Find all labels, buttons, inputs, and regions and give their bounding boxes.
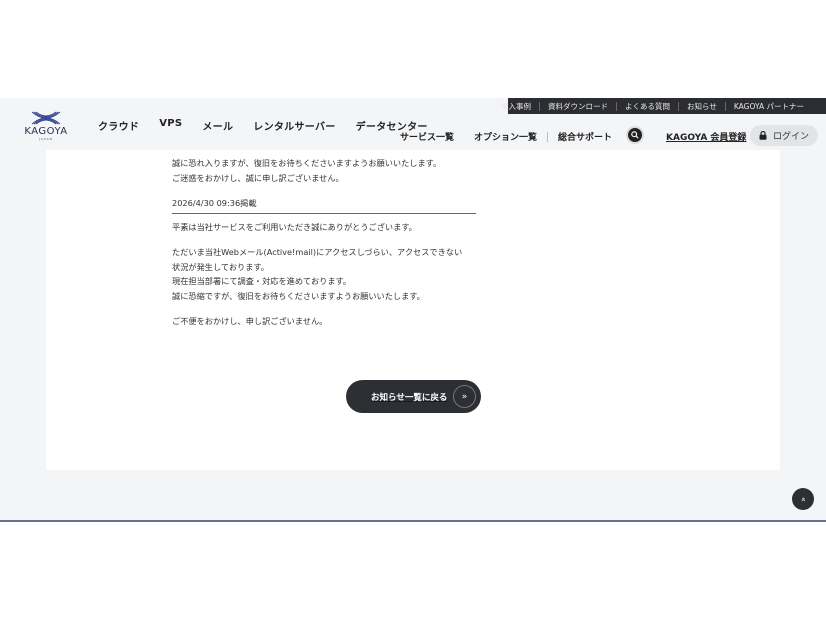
- post-date: 2026/4/30 09:36掲載: [172, 198, 257, 208]
- nav-option-list[interactable]: オプション一覧: [464, 130, 547, 143]
- nav-support[interactable]: 総合サポート: [548, 130, 622, 143]
- nav-vps[interactable]: VPS: [159, 118, 182, 133]
- member-registration-link[interactable]: KAGOYA 会員登録: [666, 130, 746, 143]
- nav-cloud[interactable]: クラウド: [98, 118, 139, 133]
- util-news[interactable]: お知らせ: [678, 101, 725, 111]
- article-text: 状況が発生しております。: [172, 261, 269, 272]
- scroll-to-top-button[interactable]: «: [792, 488, 814, 510]
- logo-subtext: JAPAN: [39, 137, 53, 141]
- nav-rental-server[interactable]: レンタルサーバー: [253, 118, 335, 133]
- logo-mark-icon: [31, 111, 61, 125]
- kagoya-logo[interactable]: KAGOYA JAPAN: [22, 111, 70, 143]
- content-panel: 誠に恐れ入りますが、復旧をお待ちくださいますようお願いいたします。 ご迷惑をおか…: [46, 150, 780, 470]
- article-text: ご迷惑をおかけし、誠に申し訳ございません。: [172, 172, 344, 183]
- login-label: ログイン: [772, 132, 809, 142]
- back-to-news-button[interactable]: お知らせ一覧に戻る »: [346, 380, 481, 413]
- article-text: ただいま当社Webメール(Active!mail)にアクセスしづらい、アクセスで…: [172, 247, 463, 257]
- search-button[interactable]: [626, 126, 644, 144]
- double-chevron-right-icon: »: [453, 385, 476, 408]
- nav-service-list[interactable]: サービス一覧: [400, 130, 464, 143]
- article-text: 誠に恐縮ですが、復旧をお待ちくださいますようお願いいたします。: [172, 290, 425, 301]
- news-article: 誠に恐れ入りますが、復旧をお待ちくださいますようお願いいたします。 ご迷惑をおか…: [172, 156, 502, 329]
- util-downloads[interactable]: 資料ダウンロード: [539, 101, 616, 111]
- article-text: 平素は当社サービスをご利用いただき誠にありがとうございます。: [172, 221, 417, 232]
- util-faq[interactable]: よくある質問: [616, 101, 678, 111]
- article-text: 現在担当部署にて調査・対応を進めております。: [172, 276, 352, 286]
- util-case-studies[interactable]: 導入事例: [493, 102, 539, 111]
- search-icon: [631, 131, 639, 139]
- article-text: ご不便をおかけし、申し訳ございません。: [172, 316, 328, 326]
- sub-nav: サービス一覧 オプション一覧 総合サポート: [400, 130, 622, 143]
- back-button-label: お知らせ一覧に戻る: [371, 392, 448, 403]
- login-button[interactable]: ログイン: [750, 125, 818, 146]
- divider-line: [172, 212, 476, 214]
- utility-bar: 導入事例 資料ダウンロード よくある質問 お知らせ KAGOYA パートナー: [501, 98, 826, 114]
- double-chevron-up-icon: «: [798, 496, 808, 502]
- lock-icon: [759, 131, 767, 140]
- article-text: 誠に恐れ入りますが、復旧をお待ちくださいますようお願いいたします。: [172, 158, 442, 168]
- util-partner[interactable]: KAGOYA パートナー: [724, 101, 812, 111]
- logo-wordmark: KAGOYA: [24, 126, 68, 137]
- nav-mail[interactable]: メール: [202, 118, 233, 133]
- main-nav: クラウド VPS メール レンタルサーバー データセンター: [98, 118, 428, 133]
- browser-viewport: KAGOYA JAPAN クラウド VPS メール レンタルサーバー データセン…: [0, 98, 826, 522]
